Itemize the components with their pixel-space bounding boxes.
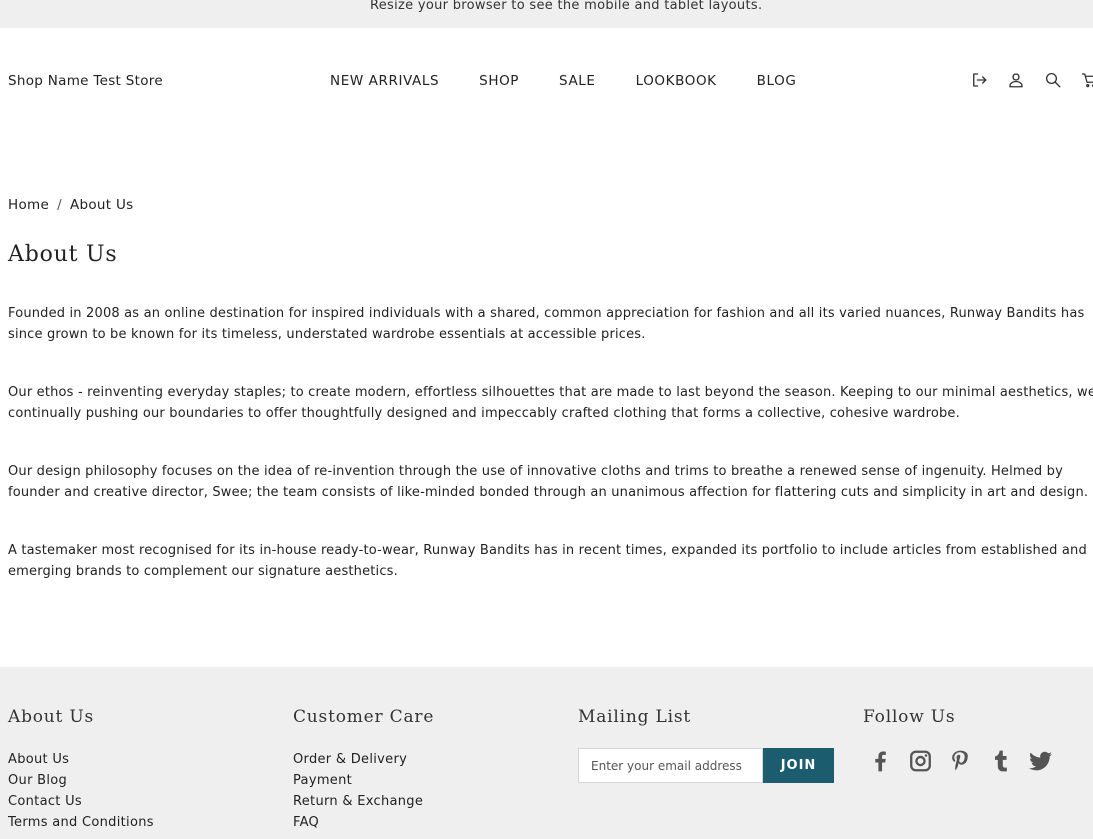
about-paragraph-2: Our ethos - reinventing everyday staples…	[8, 385, 1093, 421]
footer-link-about-us[interactable]: About Us	[8, 752, 69, 767]
newsletter-form: JOIN	[578, 748, 834, 783]
top-banner: Resize your browser to see the mobile an…	[0, 0, 1093, 28]
footer-link-order-delivery[interactable]: Order & Delivery	[293, 752, 407, 767]
footer-link-contact-us[interactable]: Contact Us	[8, 794, 82, 809]
footer-link-payment[interactable]: Payment	[293, 773, 352, 788]
site-footer: About Us About Us Our Blog Contact Us Te…	[0, 667, 1093, 839]
search-icon[interactable]	[1044, 71, 1062, 89]
nav-sale[interactable]: SALE	[559, 73, 596, 89]
breadcrumb-separator: /	[57, 197, 62, 213]
breadcrumb: Home / About Us	[8, 197, 133, 213]
nav-lookbook[interactable]: LOOKBOOK	[636, 73, 717, 89]
newsletter-email-input[interactable]	[578, 748, 763, 783]
about-paragraph-4: A tastemaker most recognised for its in-…	[8, 543, 1087, 579]
banner-text: Resize your browser to see the mobile an…	[370, 0, 763, 13]
pinterest-icon[interactable]	[948, 748, 973, 774]
header-icons	[970, 71, 1093, 89]
about-paragraph-1: Founded in 2008 as an online destination…	[8, 306, 1085, 342]
page-title: About Us	[8, 242, 118, 267]
footer-care-heading: Customer Care	[293, 707, 435, 727]
main-nav: NEW ARRIVALS SHOP SALE LOOKBOOK BLOG	[330, 73, 796, 89]
instagram-icon[interactable]	[908, 748, 933, 774]
twitter-icon[interactable]	[1028, 748, 1053, 774]
tumblr-icon[interactable]	[988, 748, 1013, 774]
facebook-icon[interactable]	[868, 748, 893, 774]
footer-follow-heading: Follow Us	[863, 707, 956, 727]
footer-about-column: About Us About Us Our Blog Contact Us Te…	[8, 707, 154, 833]
logout-icon[interactable]	[970, 71, 988, 89]
breadcrumb-current: About Us	[69, 197, 134, 213]
shop-name-logo[interactable]: Shop Name Test Store	[8, 73, 163, 89]
cart-icon[interactable]	[1081, 71, 1093, 89]
social-links	[868, 748, 1053, 774]
footer-link-return-exchange[interactable]: Return & Exchange	[293, 794, 423, 809]
footer-link-terms[interactable]: Terms and Conditions	[8, 815, 154, 830]
site-header: Shop Name Test Store NEW ARRIVALS SHOP S…	[0, 28, 1093, 128]
nav-blog[interactable]: BLOG	[757, 73, 797, 89]
nav-shop[interactable]: SHOP	[479, 73, 519, 89]
newsletter-join-button[interactable]: JOIN	[763, 748, 834, 783]
footer-mailing-heading: Mailing List	[578, 707, 691, 727]
footer-about-heading: About Us	[8, 707, 95, 727]
footer-mailing-column: Mailing List JOIN	[578, 707, 834, 783]
footer-follow-column: Follow Us	[863, 707, 1052, 772]
footer-link-faq[interactable]: FAQ	[293, 815, 319, 830]
breadcrumb-home[interactable]: Home	[8, 197, 49, 213]
footer-link-our-blog[interactable]: Our Blog	[8, 773, 67, 788]
footer-care-column: Customer Care Order & Delivery Payment R…	[293, 707, 434, 833]
account-icon[interactable]	[1007, 71, 1025, 89]
about-paragraph-3: Our design philosophy focuses on the ide…	[8, 464, 1089, 500]
nav-new-arrivals[interactable]: NEW ARRIVALS	[330, 73, 439, 89]
